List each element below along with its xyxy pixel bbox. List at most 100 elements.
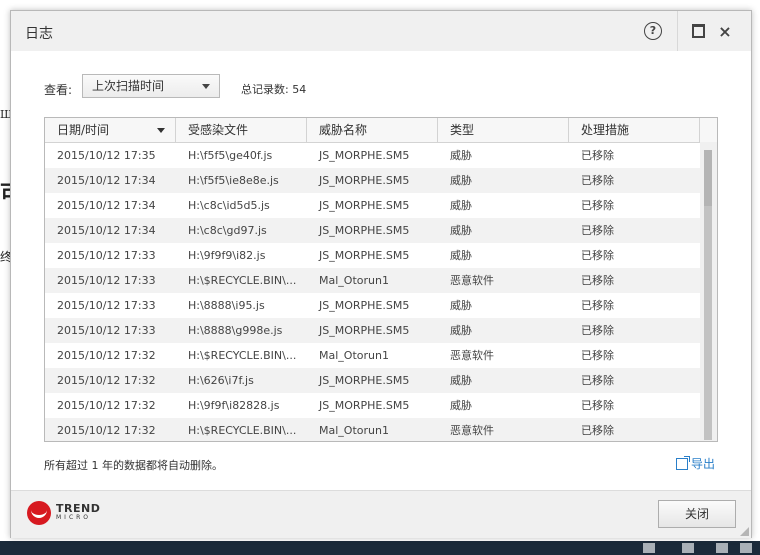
help-button[interactable]: ? [642, 20, 664, 42]
taskbar-window-icon[interactable] [716, 543, 728, 553]
cell-infected-file: H:\9f9f\i82828.js [188, 399, 280, 412]
cell-datetime: 2015/10/12 17:32 [57, 349, 156, 362]
column-header-datetime[interactable]: 日期/时间 [45, 118, 176, 142]
cell-threat-name: Mal_Otorun1 [319, 274, 389, 287]
cell-type: 威胁 [450, 199, 472, 212]
cell-infected-file: H:\c8c\gd97.js [188, 224, 267, 237]
cell-type: 威胁 [450, 299, 472, 312]
cell-infected-file: H:\626\i7f.js [188, 374, 254, 387]
cell-datetime: 2015/10/12 17:34 [57, 199, 156, 212]
cell-threat-name: JS_MORPHE.SM5 [319, 249, 410, 262]
cell-datetime: 2015/10/12 17:33 [57, 324, 156, 337]
export-icon [676, 455, 690, 470]
trend-micro-logo: TREND MICRO [27, 501, 100, 525]
cell-datetime: 2015/10/12 17:34 [57, 174, 156, 187]
cell-threat-name: JS_MORPHE.SM5 [319, 324, 410, 337]
log-dialog: 日志 ? × 查看: 上次扫描时间 总记录数: 54 日期/时间 受感染文件 威… [10, 10, 752, 538]
table-row[interactable]: 2015/10/12 17:32 H:\626\i7f.js JS_MORPHE.S… [45, 368, 700, 393]
column-header-threat-name[interactable]: 威胁名称 [307, 118, 438, 142]
column-header-label: 处理措施 [581, 123, 630, 137]
chevron-down-icon [202, 84, 210, 89]
table-row[interactable]: 2015/10/12 17:35 H:\f5f5\ge40f.js JS_MORPH… [45, 143, 700, 168]
cell-type: 恶意软件 [450, 424, 494, 437]
cell-infected-file: H:\8888\i95.js [188, 299, 265, 312]
sort-descending-icon [157, 128, 165, 133]
table-row[interactable]: 2015/10/12 17:34 H:\f5f5\ie8e8e.js JS_MORP… [45, 168, 700, 193]
cell-action: 已移除 [581, 199, 614, 212]
cell-datetime: 2015/10/12 17:34 [57, 224, 156, 237]
table-row[interactable]: 2015/10/12 17:33 H:\$RECYCLE.BIN\... Mal_O… [45, 268, 700, 293]
close-window-button[interactable]: × [714, 20, 736, 42]
export-link[interactable]: 导出 [676, 455, 715, 472]
vertical-scrollbar[interactable] [700, 142, 717, 441]
cell-threat-name: JS_MORPHE.SM5 [319, 299, 410, 312]
cell-datetime: 2015/10/12 17:32 [57, 374, 156, 387]
column-header-label: 日期/时间 [57, 123, 110, 137]
column-header-label: 类型 [450, 123, 475, 137]
cell-infected-file: H:\$RECYCLE.BIN\... [188, 349, 297, 362]
cell-type: 恶意软件 [450, 349, 494, 362]
help-icon: ? [644, 22, 662, 40]
table-row[interactable]: 2015/10/12 17:32 H:\9f9f\i82828.js JS_MORP… [45, 393, 700, 418]
cell-type: 威胁 [450, 149, 472, 162]
cell-datetime: 2015/10/12 17:33 [57, 274, 156, 287]
table-row[interactable]: 2015/10/12 17:33 H:\8888\i95.js JS_MORPHE.… [45, 293, 700, 318]
cell-threat-name: JS_MORPHE.SM5 [319, 149, 410, 162]
cell-infected-file: H:\$RECYCLE.BIN\... [188, 274, 297, 287]
cell-type: 威胁 [450, 324, 472, 337]
table-body: 2015/10/12 17:35 H:\f5f5\ge40f.js JS_MORPH… [45, 143, 700, 441]
maximize-button[interactable] [687, 20, 709, 42]
resize-grip-icon[interactable] [739, 526, 749, 536]
cell-datetime: 2015/10/12 17:35 [57, 149, 156, 162]
cell-action: 已移除 [581, 399, 614, 412]
cell-threat-name: JS_MORPHE.SM5 [319, 174, 410, 187]
titlebar-divider [677, 11, 678, 51]
window-title: 日志 [25, 26, 53, 42]
table-row[interactable]: 2015/10/12 17:32 H:\$RECYCLE.BIN\... Mal_O… [45, 418, 700, 441]
column-header-infected-file[interactable]: 受感染文件 [176, 118, 307, 142]
cell-infected-file: H:\$RECYCLE.BIN\... [188, 424, 297, 437]
cell-datetime: 2015/10/12 17:32 [57, 424, 156, 437]
view-dropdown[interactable]: 上次扫描时间 [82, 74, 220, 98]
cell-action: 已移除 [581, 374, 614, 387]
cell-action: 已移除 [581, 249, 614, 262]
view-dropdown-value: 上次扫描时间 [92, 79, 165, 93]
cell-datetime: 2015/10/12 17:32 [57, 399, 156, 412]
cell-threat-name: JS_MORPHE.SM5 [319, 224, 410, 237]
cell-type: 威胁 [450, 399, 472, 412]
close-icon: × [718, 21, 732, 41]
cell-action: 已移除 [581, 274, 614, 287]
column-header-type[interactable]: 类型 [438, 118, 569, 142]
table-row[interactable]: 2015/10/12 17:32 H:\$RECYCLE.BIN\... Mal_O… [45, 343, 700, 368]
cell-threat-name: Mal_Otorun1 [319, 349, 389, 362]
cell-type: 威胁 [450, 174, 472, 187]
cell-datetime: 2015/10/12 17:33 [57, 249, 156, 262]
table-row[interactable]: 2015/10/12 17:33 H:\8888\g998e.js JS_MORPH… [45, 318, 700, 343]
cell-action: 已移除 [581, 224, 614, 237]
close-button[interactable]: 关闭 [658, 500, 736, 528]
cell-action: 已移除 [581, 324, 614, 337]
taskbar-book-icon[interactable] [643, 543, 655, 553]
table-row[interactable]: 2015/10/12 17:33 H:\9f9f9\i82.js JS_MORPHE… [45, 243, 700, 268]
maximize-icon [691, 24, 705, 38]
table-row[interactable]: 2015/10/12 17:34 H:\c8c\gd97.js JS_MORPHE.… [45, 218, 700, 243]
logo-line1: TREND [56, 502, 101, 515]
total-records: 总记录数: 54 [241, 83, 307, 96]
taskbar-list-icon[interactable] [682, 543, 694, 553]
view-label: 查看: [44, 83, 73, 97]
header-filler [700, 118, 717, 143]
cell-datetime: 2015/10/12 17:33 [57, 299, 156, 312]
title-bar[interactable]: 日志 ? × [11, 11, 751, 51]
column-header-label: 威胁名称 [319, 123, 368, 137]
cell-infected-file: H:\c8c\id5d5.js [188, 199, 270, 212]
cell-threat-name: JS_MORPHE.SM5 [319, 374, 410, 387]
retention-note: 所有超过 1 年的数据都将自动删除。 [44, 459, 223, 472]
taskbar-grid-icon[interactable] [740, 543, 752, 553]
column-header-action[interactable]: 处理措施 [569, 118, 700, 142]
cell-type: 威胁 [450, 249, 472, 262]
table-row[interactable]: 2015/10/12 17:34 H:\c8c\id5d5.js JS_MORPHE… [45, 193, 700, 218]
cell-type: 恶意软件 [450, 274, 494, 287]
scrollbar-thumb[interactable] [704, 150, 712, 206]
dialog-footer: TREND MICRO 关闭 [11, 490, 751, 538]
table-header: 日期/时间 受感染文件 威胁名称 类型 处理措施 [45, 118, 700, 143]
